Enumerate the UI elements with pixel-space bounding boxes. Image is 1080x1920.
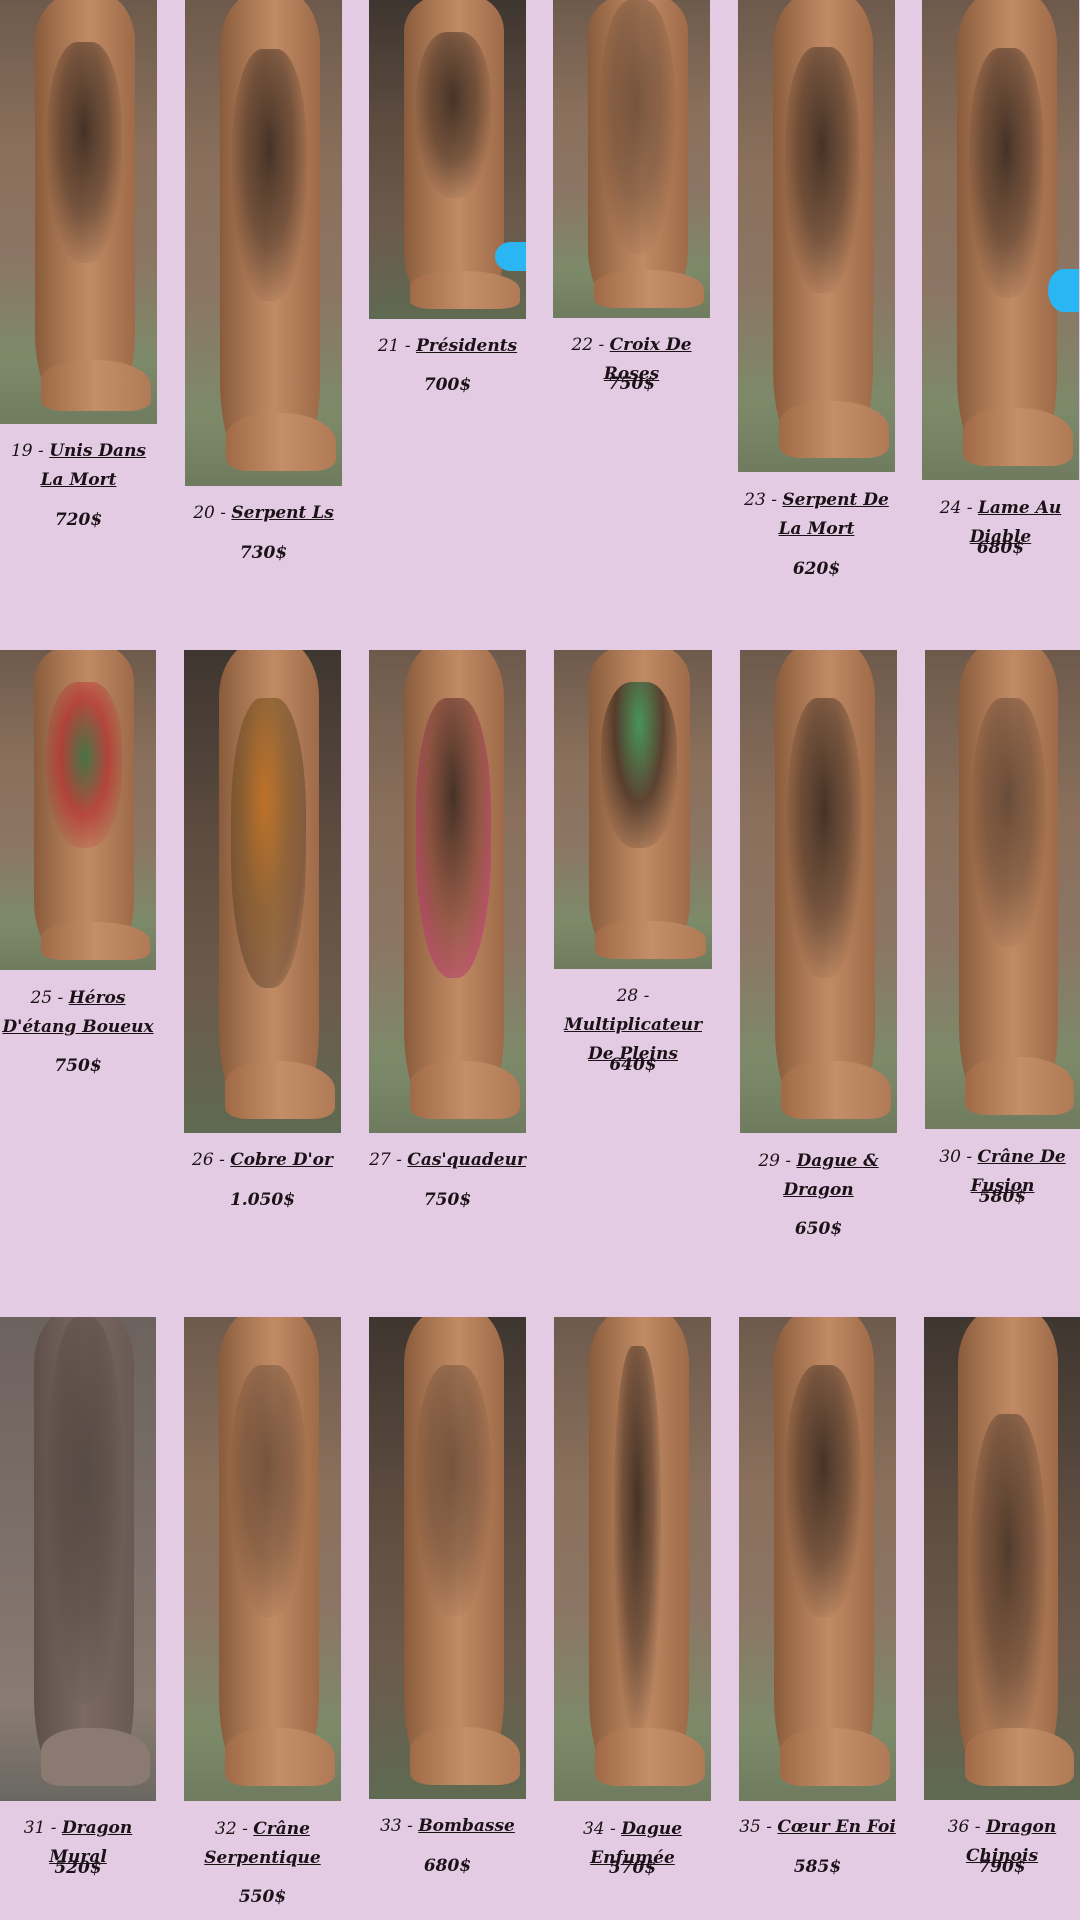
item-name-link[interactable]: Dague & Dragon bbox=[783, 1151, 878, 1200]
tattoo-photo bbox=[738, 0, 895, 472]
item-label: 32 - Crâne Serpentique bbox=[204, 1819, 321, 1868]
item-label: 21 - Présidents bbox=[377, 336, 518, 356]
tattoo-photo bbox=[922, 0, 1079, 480]
item-label: 20 - Serpent Ls bbox=[193, 503, 334, 523]
tattoo-photo bbox=[185, 0, 342, 486]
tattoo-photo bbox=[739, 1317, 896, 1801]
item-price: 640$ bbox=[609, 1055, 657, 1075]
item-label: 26 - Cobre D'or bbox=[192, 1150, 333, 1170]
item-name-link[interactable]: Héros D'étang Boueux bbox=[2, 988, 153, 1037]
item-name-link[interactable]: Cas'quadeur bbox=[407, 1150, 526, 1170]
item-price: 790$ bbox=[978, 1857, 1026, 1877]
item-label: 27 - Cas'quadeur bbox=[369, 1150, 526, 1170]
item-price: 550$ bbox=[238, 1887, 287, 1907]
tattoo-photo bbox=[369, 650, 526, 1133]
tattoo-photo bbox=[0, 1317, 156, 1801]
item-price: 680$ bbox=[976, 538, 1025, 558]
tattoo-photo bbox=[554, 650, 712, 969]
item-price: 750$ bbox=[607, 374, 656, 394]
item-label: 29 - Dague & Dragon bbox=[758, 1151, 879, 1200]
item-price: 620$ bbox=[792, 559, 841, 579]
tattoo-photo bbox=[184, 650, 341, 1133]
item-name-link[interactable]: Serpent Ls bbox=[231, 503, 333, 523]
tattoo-photo bbox=[554, 1317, 711, 1801]
item-name-link[interactable]: Bombasse bbox=[418, 1816, 515, 1836]
floor-marker bbox=[494, 242, 526, 272]
item-label: 19 - Unis Dans La Mort bbox=[10, 441, 147, 490]
item-label: 25 - Héros D'étang Boueux bbox=[2, 988, 154, 1037]
item-price: 750$ bbox=[54, 1056, 102, 1076]
tattoo-photo bbox=[553, 0, 710, 318]
tattoo-photo bbox=[369, 1317, 526, 1799]
item-price: 720$ bbox=[54, 510, 103, 530]
tattoo-photo bbox=[740, 650, 897, 1133]
item-price: 570$ bbox=[608, 1858, 657, 1878]
item-price: 680$ bbox=[423, 1856, 472, 1876]
item-price: 585$ bbox=[793, 1857, 842, 1877]
item-name-link[interactable]: Présidents bbox=[416, 336, 517, 356]
item-label: 33 - Bombasse bbox=[380, 1816, 515, 1836]
floor-marker bbox=[1047, 268, 1079, 312]
item-name-link[interactable]: Cobre D'or bbox=[230, 1150, 333, 1170]
item-name-link[interactable]: Serpent De La Mort bbox=[779, 490, 889, 539]
item-price: 1.050$ bbox=[229, 1190, 296, 1210]
item-label: 23 - Serpent De La Mort bbox=[744, 490, 889, 539]
tattoo-photo bbox=[184, 1317, 341, 1801]
item-price: 580$ bbox=[978, 1187, 1027, 1207]
tattoo-photo bbox=[0, 0, 157, 424]
tattoo-photo bbox=[0, 650, 156, 970]
item-price: 730$ bbox=[239, 543, 288, 563]
tattoo-photo bbox=[369, 0, 526, 319]
item-name-link[interactable]: Unis Dans La Mort bbox=[41, 441, 146, 490]
item-price: 520$ bbox=[54, 1858, 102, 1878]
item-label: 35 - Cœur En Foi bbox=[739, 1817, 896, 1837]
tattoo-photo bbox=[924, 1317, 1080, 1800]
tattoo-photo bbox=[925, 650, 1080, 1129]
item-price: 700$ bbox=[423, 375, 472, 395]
item-name-link[interactable]: Cœur En Foi bbox=[777, 1817, 895, 1837]
item-price: 750$ bbox=[423, 1190, 472, 1210]
item-price: 650$ bbox=[794, 1219, 843, 1239]
